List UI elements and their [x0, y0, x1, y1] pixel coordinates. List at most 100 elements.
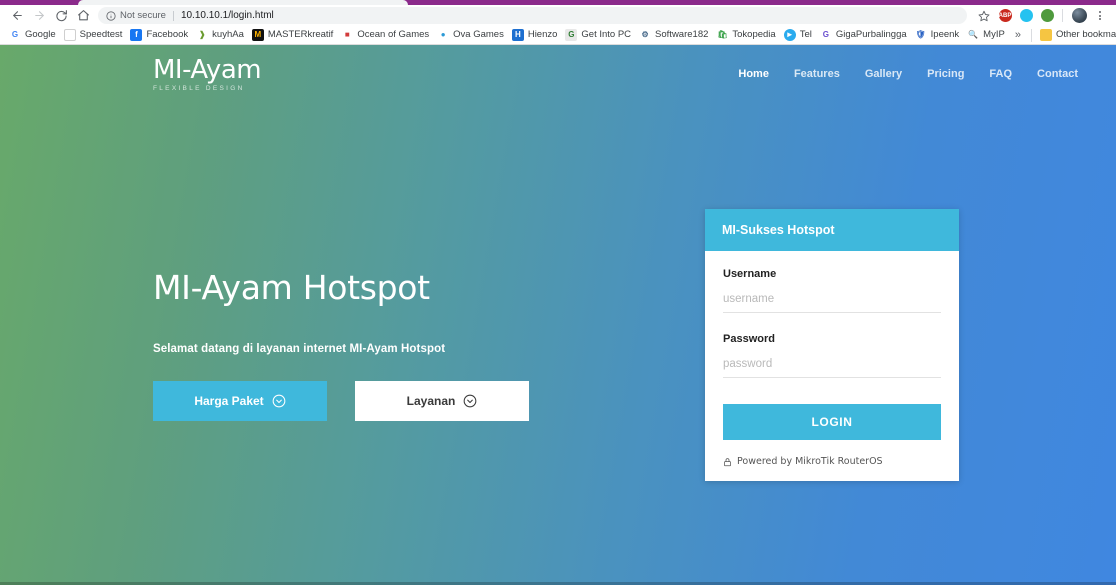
harga-paket-label: Harga Paket — [194, 394, 264, 409]
nav-item-contact[interactable]: Contact — [1037, 69, 1078, 80]
nav-item-features[interactable]: Features — [794, 69, 840, 80]
bookmark-item[interactable]: ► Tel — [780, 27, 816, 44]
chevron-down-circle-icon — [272, 394, 286, 408]
login-card-footer: Powered by MikroTik RouterOS — [723, 456, 941, 469]
layanan-button[interactable]: Layanan — [355, 381, 529, 422]
bookmark-label: MyIP — [983, 29, 1005, 41]
bookmark-item[interactable]: Speedtest — [60, 27, 127, 44]
bookmark-item[interactable]: ■ Ocean of Games — [337, 27, 433, 44]
hero-subtitle: Selamat datang di layanan internet MI-Ay… — [153, 343, 446, 356]
folder-icon — [1039, 29, 1052, 41]
other-bookmarks-label: Other bookmarks — [1055, 29, 1116, 41]
bookmark-label: Software182 — [655, 29, 709, 41]
hienzo-favicon: H — [511, 29, 524, 41]
bookmark-item[interactable]: ❱ kuyhAa — [192, 27, 248, 44]
login-card: MI-Sukses Hotspot Username Password LOGI… — [705, 209, 959, 481]
bookmark-item[interactable]: ⚙ Software182 — [635, 27, 712, 44]
bookmark-label: Google — [25, 29, 56, 41]
bookmark-label: Facebook — [146, 29, 189, 41]
bookmark-label: Speedtest — [79, 29, 123, 41]
bookmark-item[interactable]: 🔍 MyIP — [963, 27, 1009, 44]
home-icon[interactable] — [72, 6, 94, 25]
nav-item-pricing[interactable]: Pricing — [927, 69, 964, 80]
nav-item-gallery[interactable]: Gallery — [865, 69, 902, 80]
browser-tab-active[interactable] — [78, 0, 408, 5]
software182-favicon: ⚙ — [639, 29, 652, 41]
brand-tagline: FLEXIBLE DESIGN — [153, 85, 245, 92]
password-input[interactable] — [723, 358, 941, 378]
bookmark-label: Tel — [799, 29, 812, 41]
username-field-group: Username — [723, 268, 941, 313]
profile-avatar[interactable] — [1069, 6, 1089, 25]
bookmark-label: Get Into PC — [581, 29, 632, 41]
hero-buttons: Harga Paket Layanan — [153, 381, 673, 422]
back-arrow-icon[interactable] — [6, 6, 28, 25]
bookmark-label: GigaPurbalingga — [835, 29, 907, 41]
reload-icon[interactable] — [50, 6, 72, 25]
globe-extension-icon[interactable] — [1037, 6, 1057, 25]
ovagames-favicon: ● — [437, 29, 450, 41]
chevron-down-circle-icon — [463, 394, 477, 408]
forward-arrow-icon — [28, 6, 50, 25]
masterkreatif-favicon: M — [251, 29, 264, 41]
bookmarks-divider — [1030, 28, 1032, 42]
getintopc-favicon: G — [565, 29, 578, 41]
adblock-plus-extension-icon[interactable]: ABP — [995, 6, 1015, 25]
username-input[interactable] — [723, 293, 941, 313]
bookmark-label: Hienzo — [527, 29, 558, 41]
gigapurbalingga-favicon: G — [819, 29, 832, 41]
layanan-label: Layanan — [406, 394, 456, 409]
page-favicon — [63, 29, 76, 41]
nav-item-faq[interactable]: FAQ — [989, 69, 1012, 80]
site-header: MI-Ayam FLEXIBLE DESIGN Home Features Ga… — [0, 45, 1116, 107]
page-title: MI-Ayam Hotspot — [153, 268, 430, 307]
bookmark-item[interactable]: G GigaPurbalingga — [816, 27, 911, 44]
chrome-menu-icon[interactable] — [1090, 6, 1110, 25]
bookmark-item[interactable]: G Get Into PC — [561, 27, 635, 44]
username-label: Username — [723, 268, 777, 280]
bookmark-item[interactable]: ● Ova Games — [433, 27, 508, 44]
bookmark-item[interactable]: 🛡 Ipeenk — [911, 27, 964, 44]
kuyhaa-favicon: ❱ — [196, 29, 209, 41]
lock-icon — [723, 457, 732, 467]
info-circle-icon[interactable] — [106, 10, 116, 21]
brand-name: MI-Ayam — [153, 55, 262, 85]
bookmark-item[interactable]: f Facebook — [126, 27, 192, 44]
bookmark-label: Ocean of Games — [357, 29, 430, 41]
ghostery-extension-icon[interactable] — [1016, 6, 1036, 25]
nav-item-home[interactable]: Home — [738, 69, 769, 80]
bookmarks-overflow-button[interactable]: » — [1009, 29, 1027, 41]
other-bookmarks-folder[interactable]: Other bookmarks — [1036, 27, 1116, 44]
bookmark-item[interactable]: H Hienzo — [508, 27, 562, 44]
bookmark-item[interactable]: M MASTERkreatif — [248, 27, 337, 44]
facebook-favicon: f — [130, 29, 143, 41]
toolbar-divider — [1062, 9, 1063, 22]
ipeenk-favicon: 🛡 — [914, 29, 927, 41]
powered-by-label: Powered by MikroTik RouterOS — [737, 456, 883, 467]
login-button[interactable]: LOGIN — [723, 404, 941, 440]
bookmark-label: Ipeenk — [930, 29, 960, 41]
login-form: Username Password LOGIN Powered by Mikro… — [705, 251, 959, 481]
telegram-favicon: ► — [783, 29, 796, 41]
bookmark-label: kuyhAa — [212, 29, 244, 41]
bookmark-label: Ova Games — [453, 29, 504, 41]
address-bar-url: 10.10.10.1/login.html — [180, 10, 274, 21]
harga-paket-button[interactable]: Harga Paket — [153, 381, 327, 422]
browser-chrome: Not secure 10.10.10.1/login.html ABP G Go… — [0, 0, 1116, 45]
bookmarks-bar: G Google Speedtest f Facebook ❱ kuyhAa M MAS… — [0, 26, 1116, 45]
site-logo[interactable]: MI-Ayam FLEXIBLE DESIGN — [153, 55, 262, 92]
bookmark-star-icon[interactable] — [974, 6, 994, 25]
tokopedia-favicon: 🛍 — [716, 29, 729, 41]
myip-favicon: 🔍 — [967, 29, 980, 41]
password-label: Password — [723, 333, 775, 345]
bookmark-item[interactable]: G Google — [5, 27, 60, 44]
bookmark-item[interactable]: 🛍 Tokopedia — [712, 27, 779, 44]
hotspot-login-page: MI-Ayam FLEXIBLE DESIGN Home Features Ga… — [0, 45, 1116, 585]
hero-section: MI-Ayam Hotspot Selamat datang di layana… — [153, 268, 673, 422]
bookmark-label: MASTERkreatif — [267, 29, 334, 41]
password-field-group: Password — [723, 333, 941, 378]
address-bar[interactable]: Not secure 10.10.10.1/login.html — [98, 7, 967, 24]
login-card-header: MI-Sukses Hotspot — [705, 209, 959, 251]
omnibox-divider — [172, 10, 174, 21]
google-favicon: G — [9, 29, 21, 41]
